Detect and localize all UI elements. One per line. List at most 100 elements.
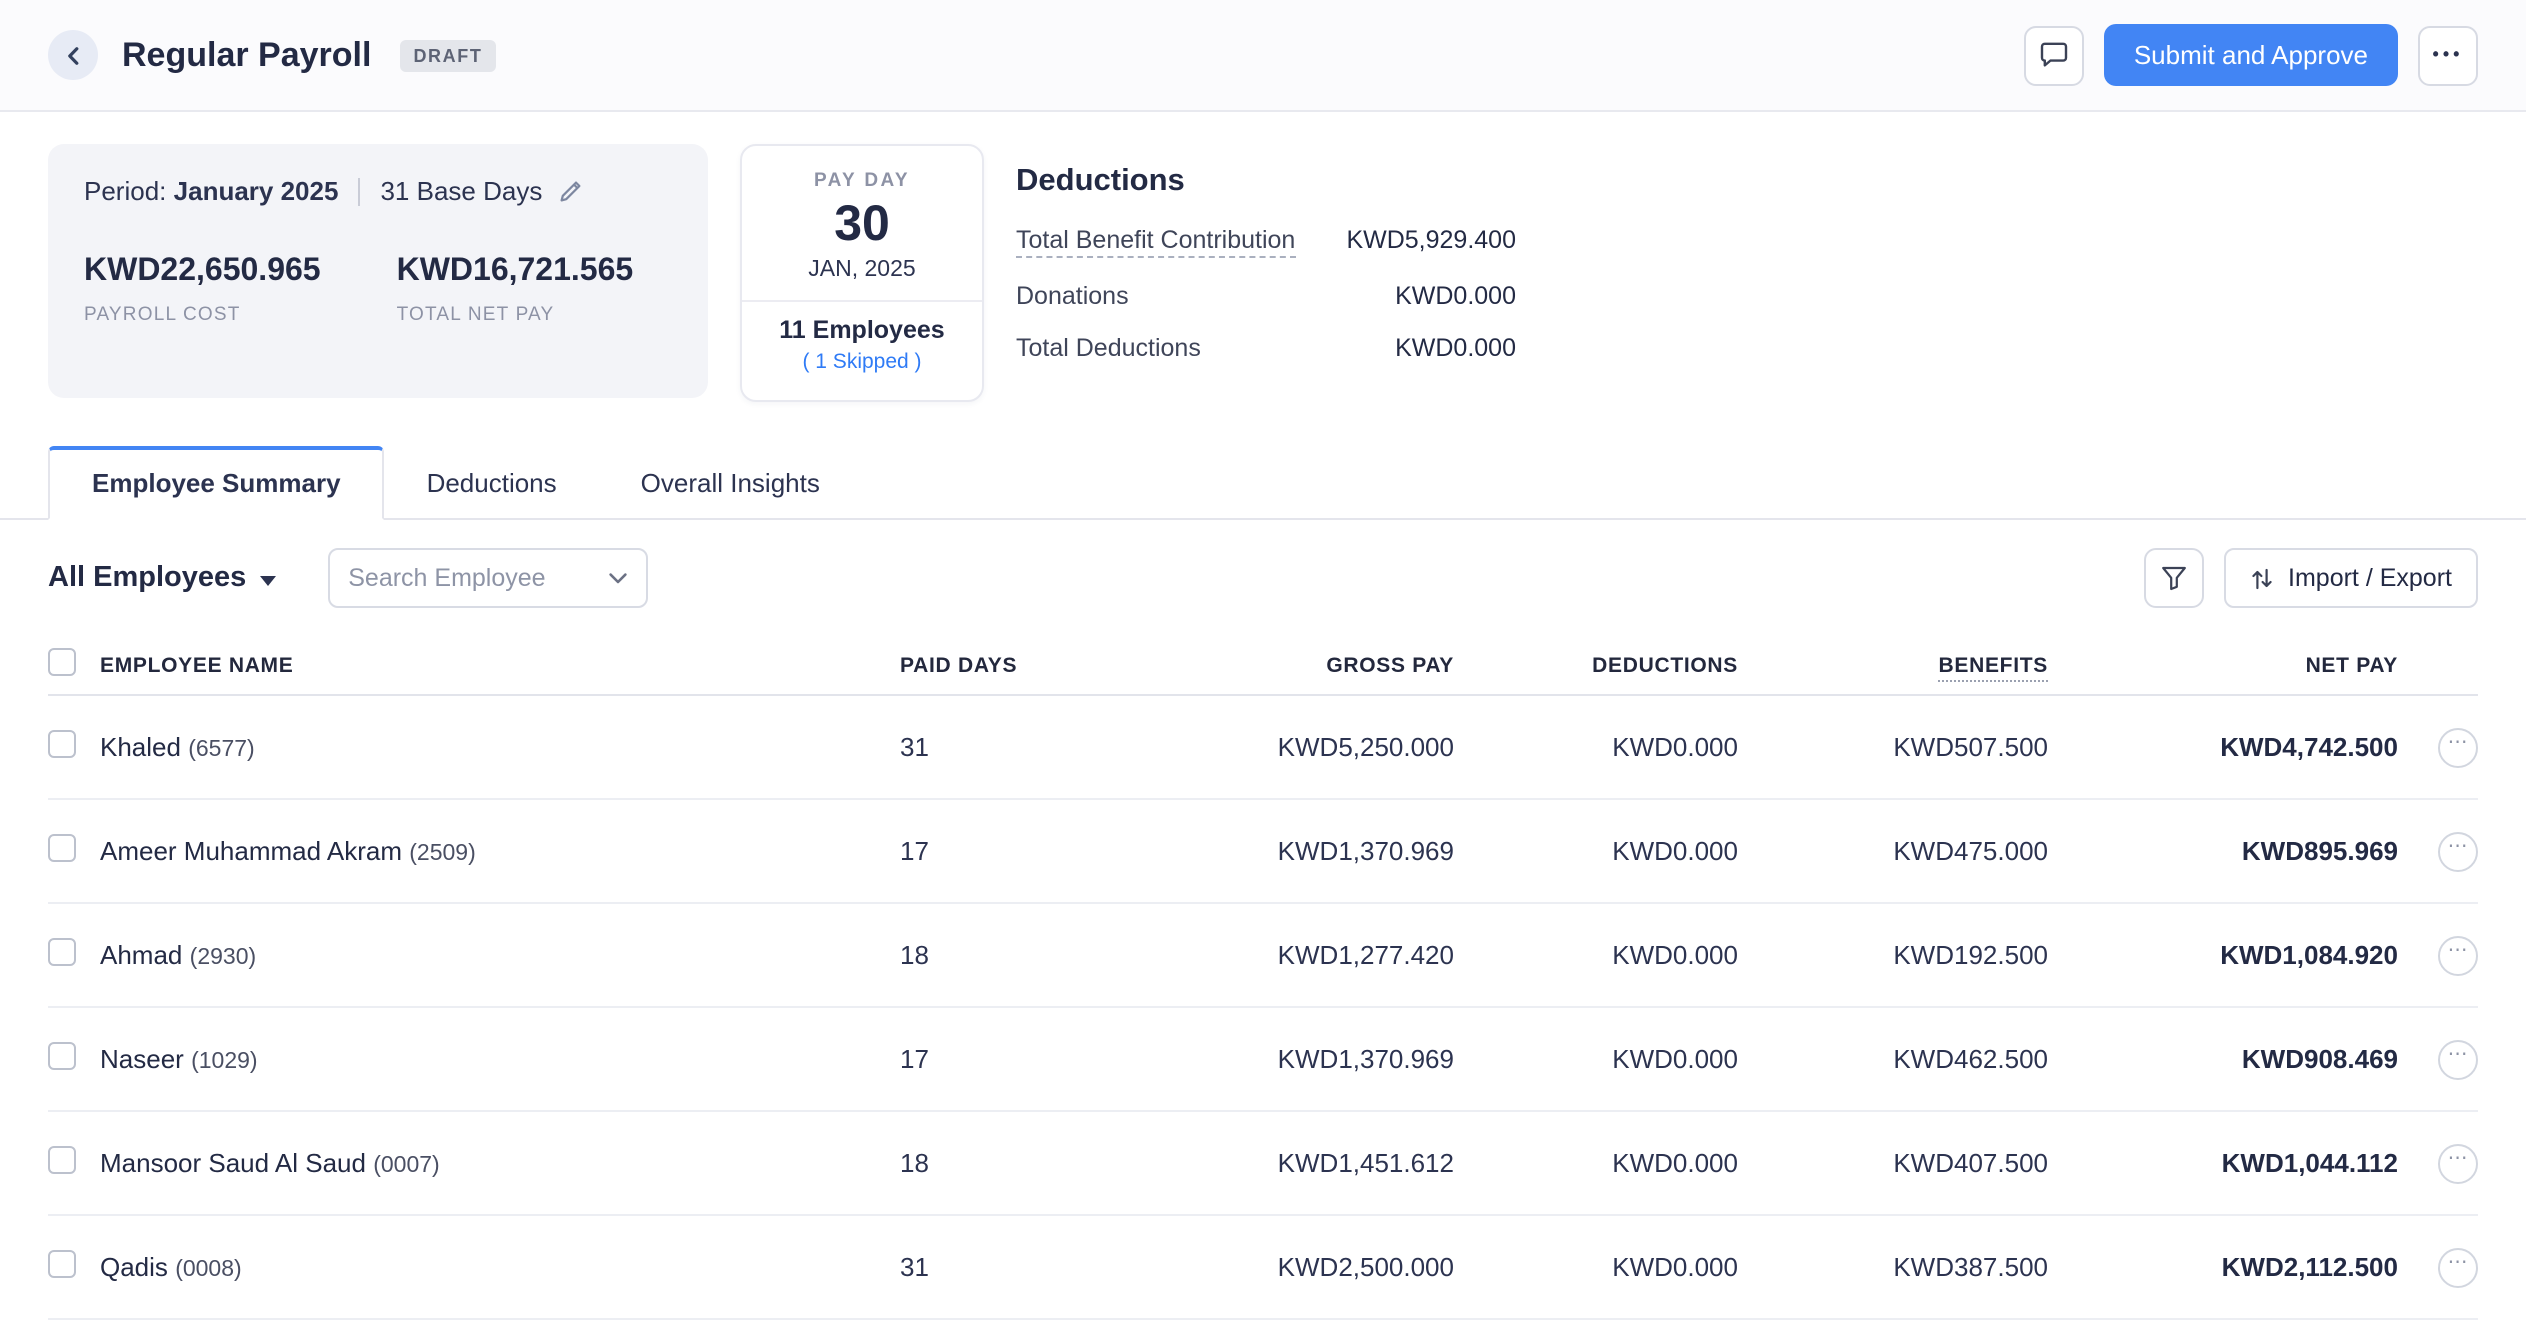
table-row: Ameer Muhammad Akram (2509) 17 KWD1,370.96…	[48, 800, 2478, 904]
deductions-panel: Deductions Total Benefit Contribution KW…	[1016, 144, 1516, 402]
header-employee-name: EMPLOYEE NAME	[100, 653, 294, 677]
payday-employee-count: 11 Employees	[779, 316, 945, 344]
row-more-button[interactable]: ⋯	[2438, 1039, 2478, 1079]
gross-pay-cell: KWD1,277.420	[1277, 940, 1454, 970]
topbar-left: Regular Payroll DRAFT	[48, 30, 497, 80]
header-paid-days: PAID DAYS	[900, 653, 1018, 677]
divider	[358, 177, 361, 205]
select-all-checkbox[interactable]	[48, 648, 76, 676]
employee-filter-label: All Employees	[48, 562, 247, 594]
employee-filter-dropdown[interactable]: All Employees	[48, 562, 277, 594]
row-checkbox[interactable]	[48, 834, 76, 862]
row-actions-cell: ⋯	[2398, 1039, 2478, 1079]
donations-value: KWD0.000	[1395, 282, 1516, 310]
benefits-cell: KWD192.500	[1893, 940, 2048, 970]
row-checkbox[interactable]	[48, 1250, 76, 1278]
divider	[742, 300, 982, 302]
paid-days-cell: 18	[900, 1148, 929, 1178]
paid-days-cell: 31	[900, 1252, 929, 1282]
employee-table-body: Khaled (6577) 31 KWD5,250.000 KWD0.000 KWD50…	[48, 696, 2478, 1320]
status-badge: DRAFT	[399, 39, 497, 71]
submit-and-approve-button[interactable]: Submit and Approve	[2103, 24, 2398, 86]
toolbar-right: Import / Export	[2144, 548, 2478, 608]
row-checkbox-cell	[48, 834, 100, 868]
import-export-button[interactable]: Import / Export	[2224, 548, 2478, 608]
total-benefit-contribution-label: Total Benefit Contribution	[1016, 226, 1296, 258]
period-label: Period:	[84, 176, 167, 206]
total-deductions-label: Total Deductions	[1016, 334, 1201, 362]
tab-employee-summary[interactable]: Employee Summary	[48, 446, 385, 520]
employee-name[interactable]: Khaled	[100, 732, 181, 762]
row-checkbox[interactable]	[48, 730, 76, 758]
period-amounts: KWD22,650.965 PAYROLL COST KWD16,721.565…	[84, 254, 672, 326]
total-net-pay-label: TOTAL NET PAY	[396, 304, 555, 326]
employee-id: (0007)	[373, 1154, 440, 1178]
benefits-cell: KWD407.500	[1893, 1148, 2048, 1178]
payroll-cost-label: PAYROLL COST	[84, 304, 241, 326]
row-actions-cell: ⋯	[2398, 831, 2478, 871]
skipped-employees-link[interactable]: ( 1 Skipped )	[742, 350, 982, 374]
row-checkbox[interactable]	[48, 938, 76, 966]
tab-deductions[interactable]: Deductions	[385, 450, 599, 518]
row-more-button[interactable]: ⋯	[2438, 727, 2478, 767]
paid-days-cell: 17	[900, 836, 929, 866]
row-more-button[interactable]: ⋯	[2438, 1143, 2478, 1183]
row-more-button[interactable]: ⋯	[2438, 935, 2478, 975]
header-benefits: BENEFITS	[1738, 653, 2048, 681]
paid-days-cell: 31	[900, 732, 929, 762]
search-employee-input[interactable]	[348, 564, 589, 592]
header-checkbox-cell	[48, 648, 100, 682]
table-row: Mansoor Saud Al Saud (0007) 18 KWD1,451.61…	[48, 1112, 2478, 1216]
comment-icon	[2040, 42, 2068, 67]
row-more-button[interactable]: ⋯	[2438, 831, 2478, 871]
net-pay-cell: KWD895.969	[2241, 836, 2398, 866]
employee-name[interactable]: Ameer Muhammad Akram	[100, 836, 402, 866]
tab-bar: Employee Summary Deductions Overall Insi…	[0, 446, 2526, 520]
employee-id: (6577)	[188, 738, 255, 762]
payday-card: PAY DAY 30 JAN, 2025 11 Employees ( 1 Sk…	[740, 144, 984, 402]
import-export-icon	[2252, 567, 2272, 589]
feedback-button[interactable]	[2023, 25, 2084, 85]
header-deductions: DEDUCTIONS	[1592, 653, 1738, 677]
gross-pay-cell: KWD1,370.969	[1277, 1044, 1454, 1074]
tab-overall-insights[interactable]: Overall Insights	[599, 450, 862, 518]
payroll-cost-value: KWD22,650.965	[84, 254, 321, 288]
employee-name[interactable]: Naseer	[100, 1044, 184, 1074]
deduction-row: Total Deductions KWD0.000	[1016, 334, 1516, 362]
payroll-cost-block: KWD22,650.965 PAYROLL COST	[84, 254, 321, 326]
employee-name-cell: Mansoor Saud Al Saud (0007)	[100, 1148, 900, 1178]
edit-period-button[interactable]	[558, 178, 584, 204]
search-employee-select[interactable]	[328, 548, 649, 608]
topbar-right: Submit and Approve •••	[2023, 24, 2478, 86]
employee-name-cell: Naseer (1029)	[100, 1044, 900, 1074]
table-row: Khaled (6577) 31 KWD5,250.000 KWD0.000 KWD50…	[48, 696, 2478, 800]
net-pay-cell: KWD1,044.112	[2221, 1148, 2398, 1178]
row-checkbox[interactable]	[48, 1146, 76, 1174]
filter-button[interactable]	[2144, 548, 2205, 608]
employee-name[interactable]: Qadis	[100, 1252, 168, 1282]
deduction-row: Total Benefit Contribution KWD5,929.400	[1016, 226, 1516, 258]
import-export-label: Import / Export	[2288, 564, 2452, 592]
gross-pay-cell: KWD5,250.000	[1277, 732, 1454, 762]
employee-name[interactable]: Mansoor Saud Al Saud	[100, 1148, 366, 1178]
row-checkbox[interactable]	[48, 1042, 76, 1070]
back-button[interactable]	[48, 30, 98, 80]
paid-days-cell: 18	[900, 940, 929, 970]
benefits-cell: KWD387.500	[1893, 1252, 2048, 1282]
row-checkbox-cell	[48, 938, 100, 972]
benefits-cell: KWD462.500	[1893, 1044, 2048, 1074]
row-checkbox-cell	[48, 1146, 100, 1180]
deduction-row: Donations KWD0.000	[1016, 282, 1516, 310]
row-more-button[interactable]: ⋯	[2438, 1247, 2478, 1287]
donations-label: Donations	[1016, 282, 1129, 310]
payday-label: PAY DAY	[813, 170, 910, 192]
net-pay-cell: KWD2,112.500	[2221, 1252, 2398, 1282]
paid-days-cell: 17	[900, 1044, 929, 1074]
employee-name[interactable]: Ahmad	[100, 940, 182, 970]
row-checkbox-cell	[48, 1250, 100, 1284]
header-gross-pay: GROSS PAY	[1326, 653, 1454, 677]
row-checkbox-cell	[48, 1042, 100, 1076]
more-options-button[interactable]: •••	[2418, 25, 2478, 85]
page-title: Regular Payroll	[122, 35, 372, 73]
period-card: Period: January 2025 31 Base Days KWD22,…	[48, 144, 708, 398]
